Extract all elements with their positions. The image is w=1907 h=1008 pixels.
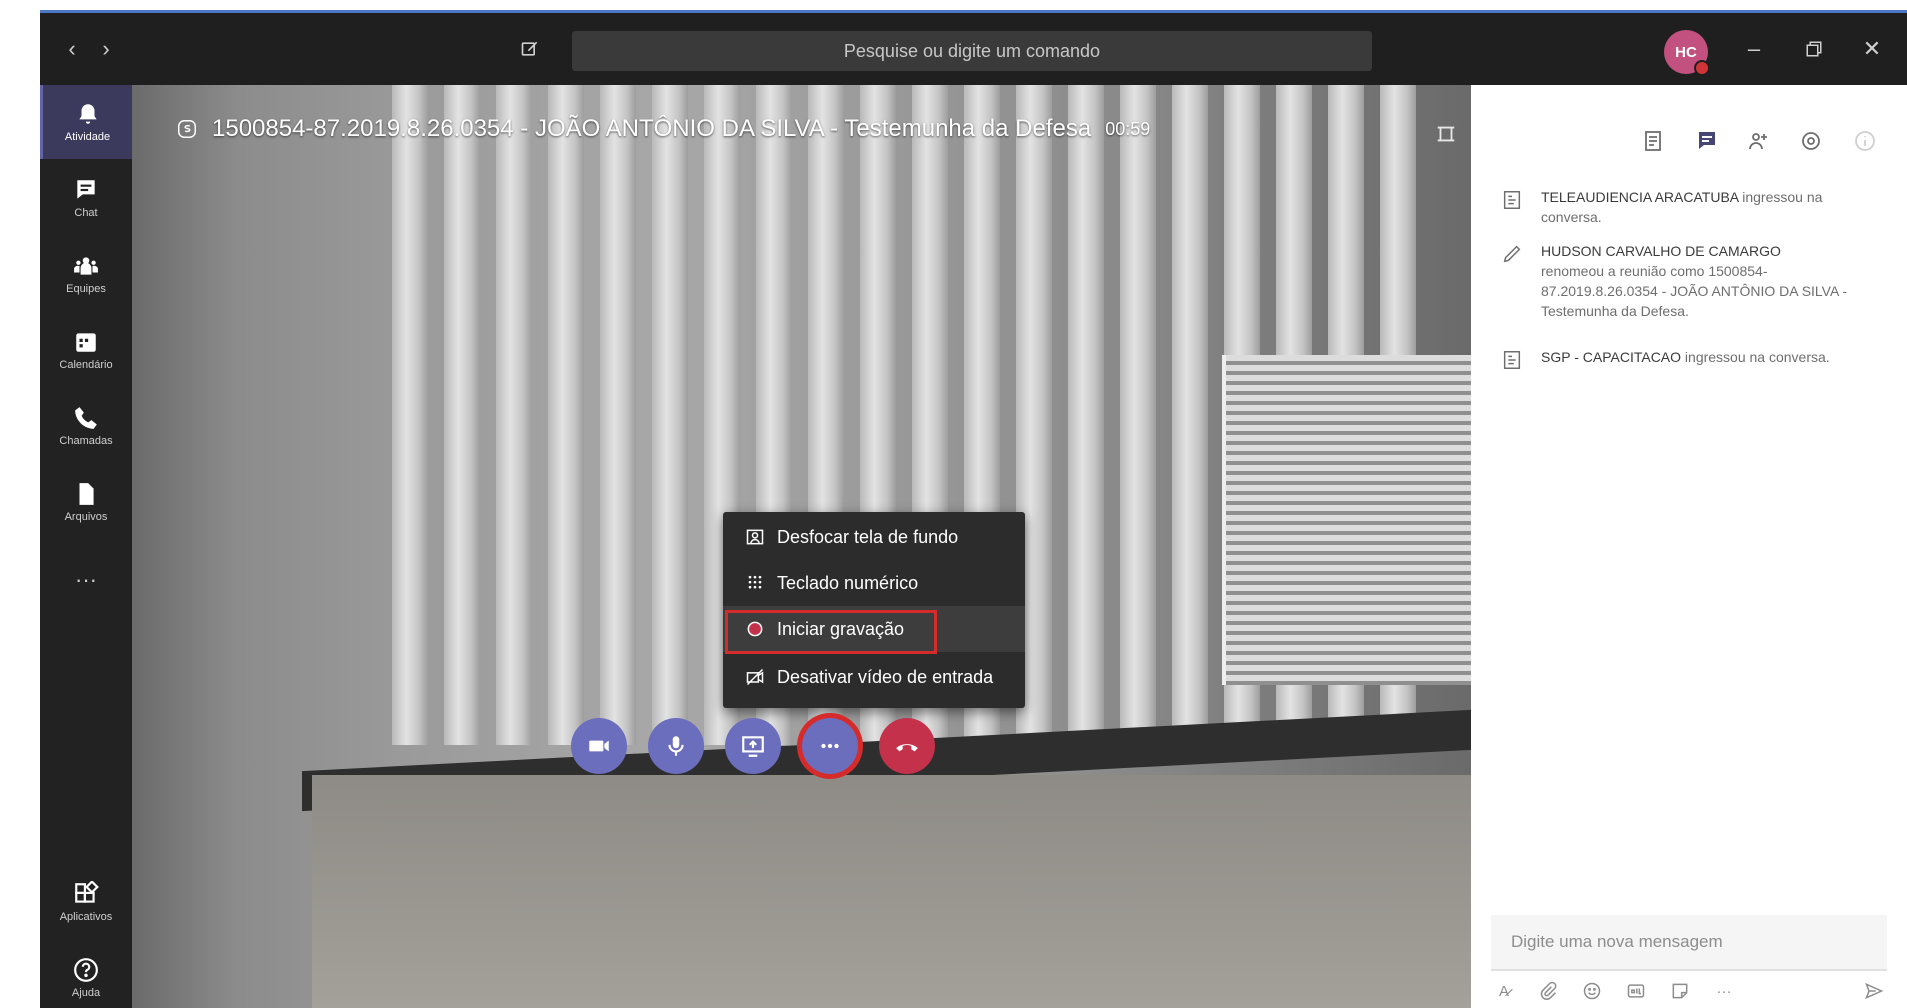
more-apps-button[interactable]: ··· (40, 543, 132, 617)
send-icon[interactable] (1863, 980, 1885, 1002)
rail-item-aplicativos[interactable]: Aplicativos (40, 865, 132, 939)
video-wall (312, 775, 1471, 1008)
menu-item-start-recording[interactable]: Iniciar gravação (723, 606, 1025, 652)
camera-icon (589, 740, 609, 752)
rename-pencil-icon (1503, 245, 1521, 263)
rail-label: Arquivos (64, 511, 108, 523)
compose-toolbar: A̷ ··· (1491, 980, 1891, 1006)
rail-label: Chamadas (59, 435, 113, 447)
rail-label: Ajuda (71, 987, 101, 999)
forward-icon[interactable]: › (92, 35, 120, 63)
menu-item-label: Desativar vídeo de entrada (777, 666, 994, 687)
message-sender: HUDSON CARVALHO DE CAMARGO (1541, 243, 1781, 259)
bell-icon (78, 104, 97, 124)
video-off-icon (746, 668, 764, 686)
microphone-button[interactable] (648, 718, 704, 774)
more-actions-menu: Desfocar tela de fundo Teclado numérico … (723, 512, 1025, 708)
minimize-icon[interactable]: – (1740, 35, 1768, 63)
menu-item-label: Teclado numérico (777, 572, 919, 593)
message-text: renomeou a reunião como 1500854-87.2019.… (1541, 263, 1848, 319)
meeting-title-text: 1500854-87.2019.8.26.0354 - JOÃO ANTÔNIO… (212, 115, 1092, 142)
menu-item-dialpad[interactable]: Teclado numérico (723, 560, 1025, 606)
compose-icon[interactable] (516, 35, 544, 63)
blur-background-icon (746, 529, 764, 545)
calendar-icon (76, 333, 96, 352)
rail-label: Atividade (64, 131, 111, 143)
presence-busy-icon (1694, 60, 1710, 76)
file-icon (79, 483, 94, 505)
conversation-panel: TELEAUDIENCIA ARACATUBA ingressou na con… (1471, 85, 1907, 1008)
menu-item-label: Desfocar tela de fundo (777, 526, 959, 547)
share-screen-icon (742, 736, 764, 757)
format-icon[interactable]: A̷ (1493, 980, 1515, 1002)
activity-message: HUDSON CARVALHO DE CAMARGO renomeou a reu… (1501, 241, 1881, 321)
app-rail: Atividade Chat Equipes Calendário Chamad… (40, 85, 132, 1008)
participants-icon[interactable] (1747, 129, 1771, 153)
menu-item-disable-incoming-video[interactable]: Desativar vídeo de entrada (723, 654, 1025, 700)
emoji-icon[interactable] (1581, 980, 1603, 1002)
sticker-icon[interactable] (1669, 980, 1691, 1002)
chat-icon (77, 180, 95, 199)
camera-button[interactable] (571, 718, 627, 774)
rail-item-atividade[interactable]: Atividade (40, 85, 132, 159)
close-icon[interactable]: ✕ (1858, 35, 1886, 63)
search-input[interactable]: Pesquise ou digite um comando (572, 31, 1372, 71)
share-screen-button[interactable] (725, 718, 781, 774)
phone-icon (75, 407, 97, 429)
more-actions-button[interactable] (802, 718, 858, 774)
activity-message: SGP - CAPACITACAO ingressou na conversa. (1501, 347, 1881, 371)
meeting-timer: 00:59 (1105, 118, 1151, 139)
hang-up-icon (896, 744, 918, 752)
settings-icon[interactable] (1799, 129, 1823, 153)
skype-icon (178, 120, 196, 138)
chat-panel-icon[interactable] (1695, 129, 1719, 153)
message-compose-input[interactable]: Digite uma nova mensagem (1491, 915, 1887, 971)
message-text: ingressou na conversa. (1681, 349, 1830, 365)
more-icon: ··· (75, 567, 97, 592)
avatar-initials: HC (1675, 43, 1697, 61)
fullscreen-icon[interactable] (1434, 123, 1458, 145)
rail-label: Calendário (59, 359, 113, 371)
rail-item-ajuda[interactable]: Ajuda (40, 941, 132, 1008)
title-bar: ‹ › Pesquise ou digite um comando HC – ✕ (40, 13, 1907, 85)
menu-item-blur-background[interactable]: Desfocar tela de fundo (723, 514, 1025, 560)
attach-icon[interactable] (1537, 980, 1559, 1002)
rail-item-calendario[interactable]: Calendário (40, 313, 132, 387)
message-sender: TELEAUDIENCIA ARACATUBA (1541, 189, 1739, 205)
rail-item-chat[interactable]: Chat (40, 161, 132, 235)
more-options-icon[interactable]: ··· (1713, 980, 1735, 1002)
meeting-title: 1500854-87.2019.8.26.0354 - JOÃO ANTÔNIO… (176, 115, 1150, 143)
restore-icon[interactable] (1800, 35, 1828, 63)
join-event-icon (1503, 351, 1521, 369)
video-air-conditioner (1222, 355, 1471, 685)
rail-item-arquivos[interactable]: Arquivos (40, 465, 132, 539)
avatar[interactable]: HC (1664, 30, 1710, 76)
apps-icon (75, 881, 99, 903)
record-icon (747, 621, 763, 637)
more-actions-icon (821, 743, 839, 749)
rail-item-equipes[interactable]: Equipes (40, 237, 132, 311)
rail-label: Aplicativos (59, 911, 113, 923)
activity-message: TELEAUDIENCIA ARACATUBA ingressou na con… (1501, 187, 1881, 227)
menu-item-label: Iniciar gravação (777, 618, 905, 639)
rail-item-chamadas[interactable]: Chamadas (40, 389, 132, 463)
hang-up-button[interactable] (879, 718, 935, 774)
rail-label: Equipes (66, 283, 106, 295)
gif-icon[interactable] (1625, 980, 1647, 1002)
microphone-icon (668, 736, 684, 756)
rail-label: Chat (74, 207, 98, 219)
help-icon (74, 958, 98, 982)
join-event-icon (1503, 191, 1521, 209)
info-icon[interactable] (1853, 129, 1877, 153)
notes-icon[interactable] (1641, 129, 1665, 153)
message-sender: SGP - CAPACITACAO (1541, 349, 1682, 365)
dialpad-icon (748, 575, 762, 589)
teams-window: ‹ › Pesquise ou digite um comando HC – ✕… (40, 10, 1907, 1008)
teams-icon (74, 257, 98, 275)
back-icon[interactable]: ‹ (58, 35, 86, 63)
